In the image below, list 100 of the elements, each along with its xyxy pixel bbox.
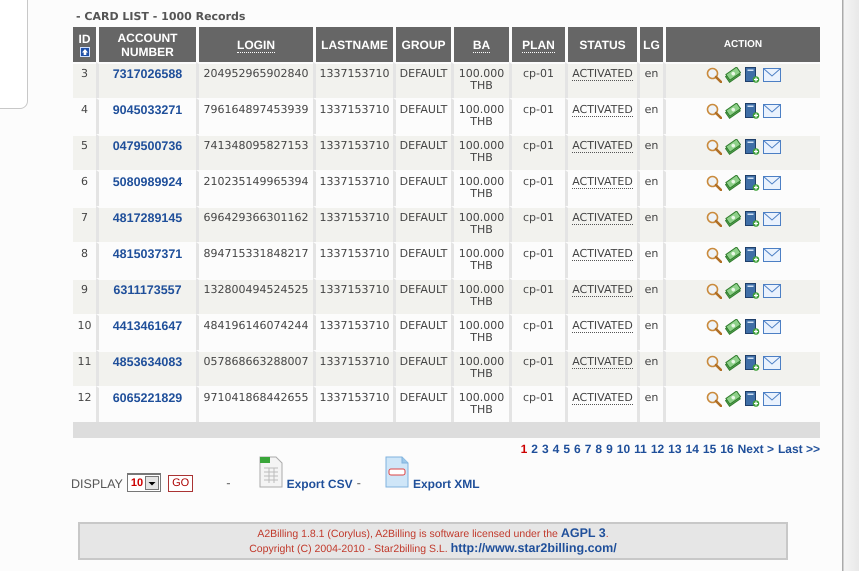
account-number-link[interactable]: 4413461647: [112, 319, 182, 333]
page-link[interactable]: 2: [531, 442, 538, 456]
magnifier-icon[interactable]: [706, 211, 722, 227]
page-link[interactable]: 7: [584, 442, 592, 456]
book-add-icon[interactable]: [744, 103, 760, 119]
export-csv-link[interactable]: Export CSV: [286, 477, 353, 491]
magnifier-icon[interactable]: [706, 103, 722, 119]
column-header[interactable]: PLAN: [509, 27, 565, 62]
money-icon[interactable]: [724, 283, 740, 299]
currency-cell: THB: [470, 295, 493, 308]
page-link[interactable]: 16: [720, 442, 734, 456]
website-link[interactable]: http://www.star2billing.com/: [450, 541, 617, 555]
page-link[interactable]: 11: [634, 442, 647, 456]
plan-cell: cp-01: [509, 206, 565, 242]
status-link[interactable]: ACTIVATED: [572, 247, 633, 261]
money-icon[interactable]: [724, 139, 740, 155]
magnifier-icon[interactable]: [706, 175, 722, 191]
status-link[interactable]: ACTIVATED: [572, 103, 633, 117]
magnifier-icon[interactable]: [706, 391, 722, 407]
page-link[interactable]: 15: [702, 442, 716, 456]
book-add-icon[interactable]: [744, 355, 760, 371]
envelope-icon[interactable]: [762, 248, 780, 262]
page-link[interactable]: 14: [686, 442, 699, 456]
account-number-link[interactable]: 9045033271: [112, 103, 182, 117]
page-link[interactable]: 3: [542, 442, 549, 456]
currency-cell: THB: [470, 187, 493, 200]
export-xml-link[interactable]: Export XML: [412, 477, 480, 491]
page-link[interactable]: 10: [616, 442, 630, 456]
page-link[interactable]: Next >: [738, 442, 774, 456]
book-add-icon[interactable]: [744, 139, 760, 155]
currency-cell: THB: [470, 403, 493, 416]
lastname-cell: 1337153710: [313, 134, 393, 170]
book-add-icon[interactable]: [744, 67, 760, 83]
status-link[interactable]: ACTIVATED: [572, 391, 633, 405]
envelope-icon[interactable]: [762, 212, 780, 226]
magnifier-icon[interactable]: [706, 139, 722, 155]
go-button[interactable]: GO: [168, 475, 194, 492]
magnifier-icon[interactable]: [706, 355, 722, 371]
login-cell: 057868663288007: [196, 350, 313, 386]
license-link[interactable]: AGPL 3: [560, 526, 606, 540]
book-add-icon[interactable]: [744, 283, 760, 299]
envelope-icon[interactable]: [762, 356, 780, 370]
book-add-icon[interactable]: [744, 211, 760, 227]
money-icon[interactable]: [724, 175, 740, 191]
column-header[interactable]: BA: [451, 27, 509, 62]
column-header[interactable]: LOGIN: [196, 27, 313, 62]
account-number-link[interactable]: 4815037371: [112, 247, 182, 261]
envelope-icon[interactable]: [762, 140, 780, 154]
language-cell: en: [637, 278, 663, 314]
page-link[interactable]: 4: [552, 442, 560, 456]
sort-up-icon[interactable]: [80, 47, 90, 57]
column-header: ACCOUNT NUMBER: [96, 27, 196, 62]
money-icon[interactable]: [724, 67, 740, 83]
display-label: DISPLAY: [71, 477, 123, 491]
book-add-icon[interactable]: [744, 247, 760, 263]
account-number-link[interactable]: 6065221829: [112, 391, 182, 405]
page-link[interactable]: 12: [650, 442, 664, 456]
xml-file-icon[interactable]: [384, 456, 409, 488]
money-icon[interactable]: [724, 103, 740, 119]
magnifier-icon[interactable]: [706, 67, 722, 83]
envelope-icon[interactable]: [762, 176, 780, 190]
envelope-icon[interactable]: [762, 104, 780, 118]
page-link[interactable]: 8: [595, 442, 602, 456]
envelope-icon[interactable]: [762, 392, 780, 406]
plan-cell: cp-01: [509, 134, 565, 170]
magnifier-icon[interactable]: [706, 283, 722, 299]
plan-cell: cp-01: [509, 62, 565, 98]
currency-cell: THB: [470, 259, 493, 272]
magnifier-icon[interactable]: [706, 319, 722, 335]
page-link[interactable]: 9: [606, 442, 613, 456]
account-number-link[interactable]: 5080989924: [112, 175, 182, 189]
envelope-icon[interactable]: [762, 68, 780, 82]
login-cell: 204952965902840: [196, 62, 313, 98]
money-icon[interactable]: [724, 247, 740, 263]
envelope-icon[interactable]: [762, 320, 780, 334]
page-size-select[interactable]: 10: [126, 473, 162, 492]
status-link[interactable]: ACTIVATED: [572, 175, 633, 189]
magnifier-icon[interactable]: [706, 247, 722, 263]
spreadsheet-icon[interactable]: [258, 456, 283, 488]
money-icon[interactable]: [724, 319, 740, 335]
money-icon[interactable]: [724, 391, 740, 407]
money-icon[interactable]: [724, 211, 740, 227]
book-add-icon[interactable]: [744, 391, 760, 407]
book-add-icon[interactable]: [744, 175, 760, 191]
money-icon[interactable]: [724, 355, 740, 371]
page-link[interactable]: 5: [563, 442, 570, 456]
status-link[interactable]: ACTIVATED: [572, 319, 633, 333]
separator-text: -: [226, 476, 231, 490]
page-link[interactable]: 6: [574, 442, 581, 456]
language-cell: en: [637, 350, 663, 386]
page-link[interactable]: 13: [668, 442, 682, 456]
envelope-icon[interactable]: [762, 284, 780, 298]
balance-cell: 100.000: [458, 355, 504, 368]
page-link[interactable]: 1: [520, 442, 528, 456]
page-link[interactable]: Last >>: [778, 442, 820, 456]
card-list-title: - CARD LIST - 1000 Records: [76, 9, 246, 25]
column-header[interactable]: ID: [73, 27, 96, 62]
dropdown-icon[interactable]: [145, 476, 160, 490]
book-add-icon[interactable]: [744, 319, 760, 335]
group-cell: DEFAULT: [393, 278, 451, 314]
